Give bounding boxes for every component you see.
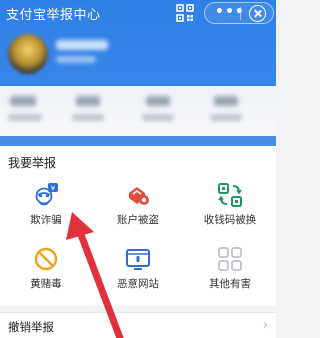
report-item-label: 欺诈骗 [30, 214, 62, 226]
malicious-website-icon [126, 249, 150, 270]
report-section: 我要举报 ¥ 欺诈骗 账户被盗 收钱码被换 黄赌毒 恶意网站 其他有害 [0, 146, 276, 306]
stat-value-redacted [146, 96, 170, 106]
report-item-label: 恶意网站 [117, 278, 159, 290]
stat-label-redacted [210, 114, 242, 121]
other-harmful-icon [218, 247, 242, 271]
mini-program-capsule: ••• [204, 2, 274, 24]
user-avatar [8, 34, 48, 74]
fraud-icon: ¥ [35, 183, 58, 206]
capsule-divider [240, 7, 241, 20]
title-bar: 支付宝举报中心 ••• [0, 0, 276, 28]
report-item-label: 收钱码被换 [203, 214, 257, 226]
qr-code-swapped-icon [218, 183, 242, 207]
svg-text:¥: ¥ [51, 185, 56, 193]
user-name-redacted [56, 40, 108, 50]
prohibited-icon [34, 247, 58, 271]
cancel-report-label: 撤销举报 [8, 320, 54, 334]
stat-value-redacted [10, 96, 36, 106]
report-item-malicious-website[interactable]: 恶意网站 [92, 246, 184, 300]
stat-label-redacted [8, 114, 42, 121]
stat-label-redacted [72, 114, 104, 121]
report-item-qr-swapped[interactable]: 收钱码被换 [184, 182, 276, 236]
report-item-fraud[interactable]: ¥ 欺诈骗 [0, 182, 92, 236]
report-item-label: 其他有害 [209, 278, 251, 290]
page-title: 支付宝举报中心 [6, 8, 101, 23]
stats-panel [0, 86, 276, 136]
report-item-label: 黄赌毒 [30, 278, 62, 290]
section-title: 我要举报 [8, 156, 57, 170]
report-item-label: 账户被盗 [117, 214, 159, 226]
stat-value-redacted [76, 96, 100, 106]
report-item-prohibited[interactable]: 黄赌毒 [0, 246, 92, 300]
report-item-account-stolen[interactable]: 账户被盗 [92, 182, 184, 236]
report-item-other-harmful[interactable]: 其他有害 [184, 246, 276, 300]
scan-qr-icon[interactable] [176, 4, 194, 22]
chevron-right-icon: › [262, 318, 268, 333]
cancel-report-row[interactable]: 撤销举报 › [0, 312, 276, 338]
account-stolen-icon [129, 187, 149, 205]
stat-label-redacted [142, 114, 174, 121]
close-icon[interactable] [249, 5, 266, 22]
user-subtitle-redacted [56, 56, 96, 63]
stat-value-redacted [214, 96, 238, 106]
